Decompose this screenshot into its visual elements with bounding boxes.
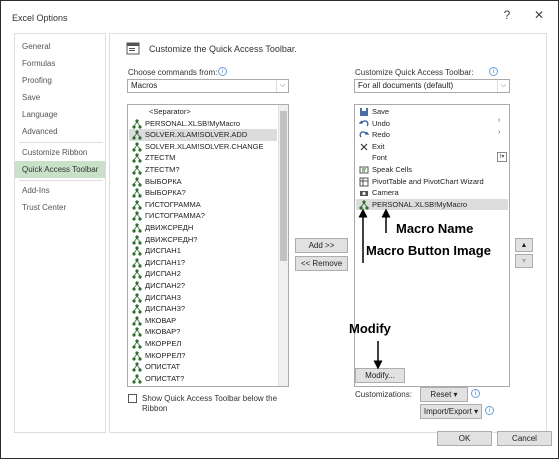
annotation-macro-button-image: Macro Button Image xyxy=(366,243,491,258)
ok-button[interactable]: OK xyxy=(437,431,492,446)
excel-options-dialog: Excel Options ? ✕ General Formulas Proof… xyxy=(0,0,559,459)
cancel-button-label: Cancel xyxy=(512,434,537,443)
ok-button-label: OK xyxy=(458,434,471,443)
cancel-button[interactable]: Cancel xyxy=(497,431,552,446)
annotation-macro-name: Macro Name xyxy=(396,221,474,236)
annotation-arrows xyxy=(358,208,391,370)
annotation-modify: Modify xyxy=(349,321,391,336)
